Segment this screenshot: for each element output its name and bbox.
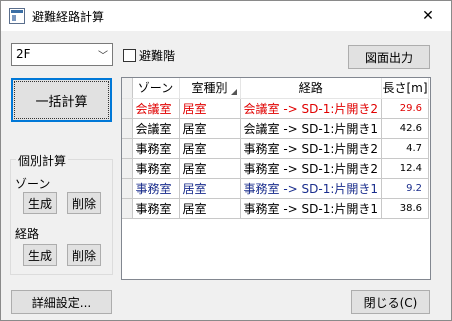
cell-zone: 事務室 xyxy=(132,178,180,199)
cell-route: 会議室 -> SD-1:片開き2 xyxy=(240,98,383,119)
row-header[interactable] xyxy=(122,198,133,219)
route-delete-button[interactable]: 削除 xyxy=(67,244,101,266)
row-header[interactable] xyxy=(122,158,133,179)
cell-length: 29.6 xyxy=(381,98,430,119)
app-icon xyxy=(9,8,25,24)
route-create-button[interactable]: 生成 xyxy=(23,244,57,266)
row-header[interactable] xyxy=(122,138,133,159)
table-header-row: ゾーン 室種別 経路 長さ[m] xyxy=(122,78,430,99)
row-header-corner xyxy=(122,78,133,99)
title-bar: 避難経路計算 ✕ xyxy=(1,1,451,31)
table-row[interactable]: 会議室 居室 会議室 -> SD-1:片開き2 29.6 xyxy=(122,98,430,119)
cell-length: 9.2 xyxy=(381,178,430,199)
cell-route: 会議室 -> SD-1:片開き1 xyxy=(240,118,383,139)
cell-route: 事務室 -> SD-1:片開き2 xyxy=(240,138,383,159)
cell-zone: 事務室 xyxy=(132,138,180,159)
column-header-length[interactable]: 長さ[m] xyxy=(381,78,430,99)
route-label: 経路 xyxy=(15,227,40,241)
cell-zone: 会議室 xyxy=(132,118,180,139)
row-header[interactable] xyxy=(122,118,133,139)
cell-route: 事務室 -> SD-1:片開き1 xyxy=(240,178,383,199)
dialog-window: 避難経路計算 ✕ 2F ﹀ 避難階 図面出力 一括計算 個別計算 ゾーン 生成 … xyxy=(0,0,452,321)
table-row[interactable]: 事務室 居室 事務室 -> SD-1:片開き2 12.4 xyxy=(122,158,430,179)
individual-calc-title: 個別計算 xyxy=(16,152,69,169)
floor-select-value: 2F xyxy=(16,47,31,61)
cell-room-type: 居室 xyxy=(179,118,241,139)
export-drawing-button[interactable]: 図面出力 xyxy=(348,45,430,69)
evac-floor-checkbox[interactable] xyxy=(123,49,136,62)
table-row[interactable]: 事務室 居室 事務室 -> SD-1:片開き2 4.7 xyxy=(122,138,430,159)
column-header-room-type-label: 室種別 xyxy=(191,81,228,96)
zone-label: ゾーン xyxy=(15,177,51,191)
table-row[interactable]: 事務室 居室 事務室 -> SD-1:片開き1 38.6 xyxy=(122,198,430,219)
sort-icon xyxy=(230,88,237,95)
cell-room-type: 居室 xyxy=(179,138,241,159)
bulk-calc-label: 一括計算 xyxy=(35,94,88,110)
close-button[interactable]: 閉じる(C) xyxy=(351,290,430,314)
cell-route: 事務室 -> SD-1:片開き2 xyxy=(240,158,383,179)
cell-room-type: 居室 xyxy=(179,158,241,179)
cell-zone: 事務室 xyxy=(132,158,180,179)
cell-length: 38.6 xyxy=(381,198,430,219)
row-header[interactable] xyxy=(122,178,133,199)
table-row[interactable]: 会議室 居室 会議室 -> SD-1:片開き1 42.6 xyxy=(122,118,430,139)
column-header-route[interactable]: 経路 xyxy=(240,78,383,99)
zone-delete-button[interactable]: 削除 xyxy=(67,192,101,214)
floor-select[interactable]: 2F ﹀ xyxy=(11,43,113,66)
zone-create-button[interactable]: 生成 xyxy=(23,192,57,214)
cell-room-type: 居室 xyxy=(179,198,241,219)
row-header[interactable] xyxy=(122,98,133,119)
detail-settings-button[interactable]: 詳細設定... xyxy=(11,290,112,314)
cell-length: 12.4 xyxy=(381,158,430,179)
column-header-zone[interactable]: ゾーン xyxy=(132,78,180,99)
cell-room-type: 居室 xyxy=(179,98,241,119)
column-header-room-type[interactable]: 室種別 xyxy=(179,78,241,99)
bulk-calc-button[interactable]: 一括計算 xyxy=(11,78,112,122)
chevron-down-icon: ﹀ xyxy=(98,51,108,62)
cell-zone: 事務室 xyxy=(132,198,180,219)
cell-length: 4.7 xyxy=(381,138,430,159)
close-icon[interactable]: ✕ xyxy=(405,1,451,31)
cell-zone: 会議室 xyxy=(132,98,180,119)
table-row[interactable]: 事務室 居室 事務室 -> SD-1:片開き1 9.2 xyxy=(122,178,430,199)
evac-floor-label[interactable]: 避難階 xyxy=(139,47,175,64)
cell-length: 42.6 xyxy=(381,118,430,139)
cell-route: 事務室 -> SD-1:片開き1 xyxy=(240,198,383,219)
route-table[interactable]: ゾーン 室種別 経路 長さ[m] 会議室 居室 会議室 -> SD-1:片開き2 29… xyxy=(121,77,431,280)
cell-room-type: 居室 xyxy=(179,178,241,199)
window-title: 避難経路計算 xyxy=(32,10,105,24)
